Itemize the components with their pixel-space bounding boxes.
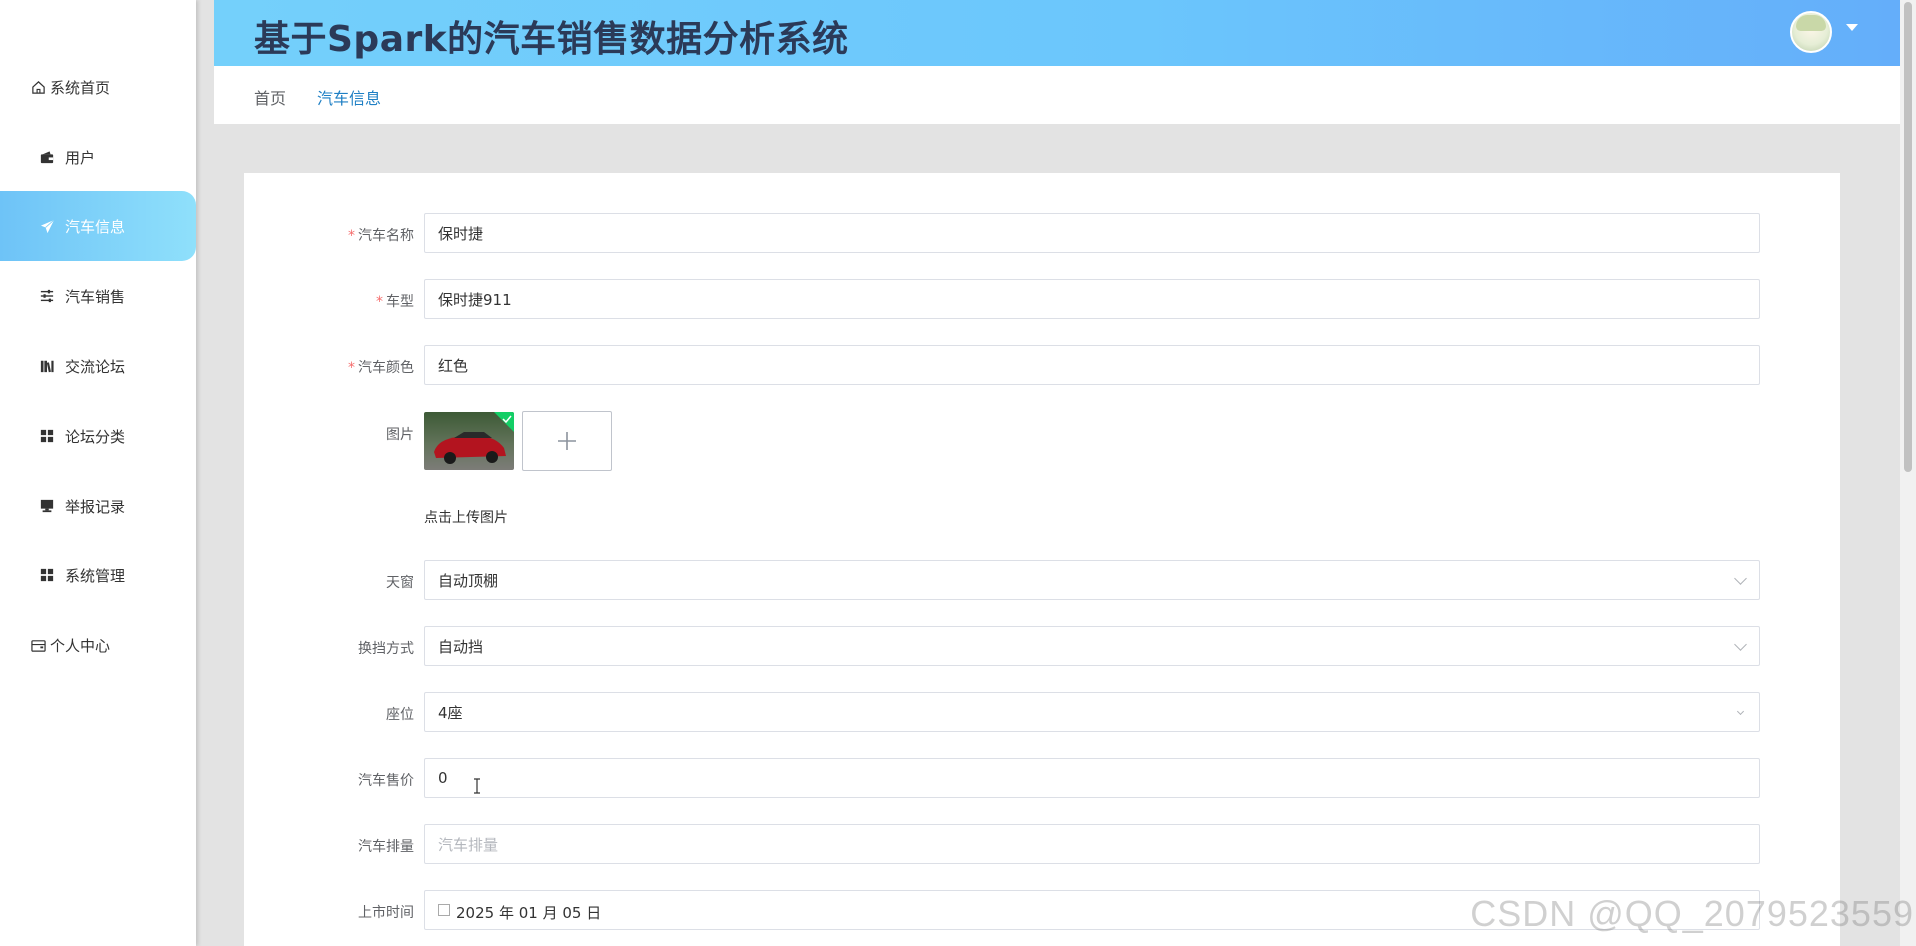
home-icon: [30, 79, 46, 95]
card-icon: [30, 637, 46, 653]
price-label: 汽车售价: [358, 773, 414, 789]
launch-date-value: 2025 年 01 月 05 日: [456, 904, 602, 922]
transmission-value: 自动挡: [438, 637, 484, 656]
wallet-icon: [39, 149, 55, 165]
sidebar-item-forum[interactable]: 交流论坛: [0, 331, 196, 401]
sunroof-label: 天窗: [386, 575, 414, 591]
sidebar-item-label: 汽车销售: [65, 287, 126, 306]
plus-icon: [558, 432, 576, 450]
chevron-down-icon: [1734, 638, 1747, 651]
sunroof-select[interactable]: 自动顶棚: [424, 560, 1760, 600]
color-label: * 汽车颜色: [348, 360, 414, 376]
model-label: * 车型: [376, 294, 414, 310]
upload-hint: 点击上传图片: [424, 510, 508, 526]
breadcrumb: 首页 汽车信息: [214, 66, 1900, 124]
sidebar-item-label: 系统管理: [65, 566, 126, 585]
caret-down-icon[interactable]: [1846, 24, 1858, 31]
transmission-select[interactable]: 自动挡: [424, 626, 1760, 666]
displacement-label: 汽车排量: [358, 839, 414, 855]
sidebar-item-label: 系统首页: [50, 78, 111, 97]
price-input[interactable]: 0: [424, 758, 1760, 798]
breadcrumb-current[interactable]: 汽车信息: [317, 85, 381, 109]
car-name-input[interactable]: 保时捷: [424, 213, 1760, 253]
sidebar-item-label: 论坛分类: [65, 427, 126, 446]
model-input[interactable]: 保时捷911: [424, 279, 1760, 319]
seats-label: 座位: [386, 707, 414, 723]
sunroof-value: 自动顶棚: [438, 571, 499, 590]
chevron-down-icon: [1734, 572, 1747, 585]
date-checkbox[interactable]: [438, 904, 450, 916]
seats-select[interactable]: 4座: [424, 692, 1760, 732]
sliders-icon: [39, 288, 55, 304]
sidebar-item-forum-category[interactable]: 论坛分类: [0, 401, 196, 471]
sidebar-item-label: 举报记录: [65, 497, 126, 516]
send-icon: [39, 218, 55, 234]
sidebar-item-car-sales[interactable]: 汽车销售: [0, 261, 196, 331]
sidebar-item-label: 汽车信息: [65, 217, 126, 236]
library-icon: [39, 358, 55, 374]
displacement-input[interactable]: 汽车排量: [424, 824, 1760, 864]
launch-date-label: 上市时间: [358, 905, 414, 921]
color-input[interactable]: 红色: [424, 345, 1760, 385]
app-title: 基于Spark的汽车销售数据分析系统: [254, 19, 849, 60]
app-header: 基于Spark的汽车销售数据分析系统: [214, 0, 1900, 66]
sidebar-item-car-info[interactable]: 汽车信息: [0, 191, 196, 261]
seats-value: 4座: [438, 703, 463, 722]
sidebar-item-profile[interactable]: 个人中心: [0, 610, 196, 680]
car-name-label: * 汽车名称: [348, 228, 414, 244]
sidebar-item-label: 用户: [65, 148, 96, 167]
chevron-down-icon: [1736, 707, 1745, 716]
sidebar-item-label: 个人中心: [50, 636, 111, 655]
upload-image-button[interactable]: [522, 411, 612, 471]
sidebar-item-users[interactable]: 用户: [0, 122, 196, 192]
sidebar-item-reports[interactable]: 举报记录: [0, 471, 196, 541]
grid-icon: [39, 428, 55, 444]
breadcrumb-home[interactable]: 首页: [254, 85, 286, 109]
sidebar-item-home[interactable]: 系统首页: [0, 52, 196, 122]
sidebar-item-label: 交流论坛: [65, 357, 126, 376]
text-cursor-icon: [474, 778, 480, 794]
sidebar-item-system[interactable]: 系统管理: [0, 540, 196, 610]
grid-icon: [39, 567, 55, 583]
scrollbar-thumb[interactable]: [1904, 2, 1912, 472]
avatar[interactable]: [1790, 11, 1832, 53]
page-scrollbar[interactable]: [1900, 0, 1916, 946]
monitor-icon: [39, 498, 55, 514]
transmission-label: 换挡方式: [358, 641, 414, 657]
car-thumbnail[interactable]: [424, 412, 514, 470]
sidebar: 系统首页 用户 汽车信息 汽车销售 交流论坛 论坛分类 举报记录 系统管理 个人…: [0, 0, 196, 946]
watermark: CSDN @QQ_2079523559: [1470, 893, 1914, 934]
image-label: 图片: [386, 427, 414, 443]
